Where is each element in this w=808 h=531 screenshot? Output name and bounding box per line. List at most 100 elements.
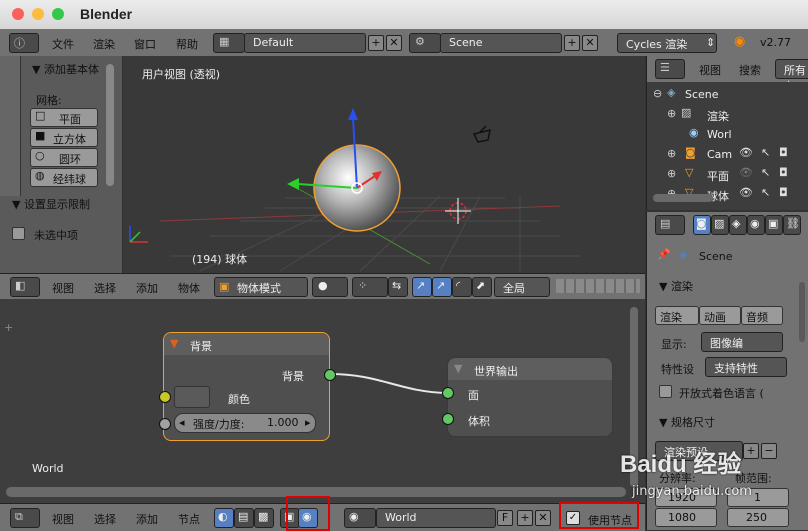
layout-name-field[interactable]: Default	[244, 33, 366, 53]
outliner-filter-dropdown[interactable]: 所有有	[775, 59, 808, 93]
outliner-row-world[interactable]: ◉ Worl	[667, 126, 807, 144]
scene-browse-button[interactable]: ⚙	[409, 33, 441, 53]
rotate-toggle[interactable]: ◜	[452, 277, 472, 297]
add-plane-button[interactable]: □ 平面	[30, 108, 98, 127]
collapse-arrow-icon[interactable]: ▼	[454, 362, 462, 375]
decrement-arrow-icon[interactable]: ◂	[179, 416, 185, 429]
outliner-menu-search[interactable]: 搜索	[739, 62, 761, 78]
node-menu-add[interactable]: 添加	[136, 511, 158, 527]
editor-type-button[interactable]: ⓘ	[9, 33, 39, 53]
strength-input-socket[interactable]	[159, 418, 171, 430]
close-scene-icon[interactable]: ✕	[582, 35, 598, 51]
strength-field[interactable]: ◂ 强度/力度: 1.000 ▸	[174, 413, 316, 433]
close-window-button[interactable]	[12, 8, 24, 20]
minimize-window-button[interactable]	[32, 8, 44, 20]
render-camera-icon[interactable]: ◘	[779, 146, 788, 159]
world-name-field[interactable]: World	[376, 508, 496, 528]
add-cube-button[interactable]: ■ 立方体	[30, 128, 98, 147]
menu-file[interactable]: 文件	[52, 36, 74, 52]
expand-icon[interactable]: ⊕	[667, 147, 676, 160]
unselected-checkbox[interactable]	[12, 227, 25, 240]
fake-user-button[interactable]: F	[497, 510, 513, 526]
add-uvsphere-button[interactable]: ◍ 经纬球	[30, 168, 98, 187]
outliner-row-camera[interactable]: ⊕ ◙ Cam 👁 ↖ ◘	[667, 146, 807, 164]
selectable-arrow-icon[interactable]: ↖	[761, 186, 770, 199]
properties-editor-type-button[interactable]: ▤	[655, 215, 685, 235]
display-dropdown[interactable]: 图像编	[701, 332, 783, 352]
manipulator-button[interactable]: ⇆	[388, 277, 408, 297]
node-menu-view[interactable]: 视图	[52, 511, 74, 527]
3d-menu-add[interactable]: 添加	[136, 280, 158, 296]
scene-name-field[interactable]: Scene	[440, 33, 562, 53]
visibility-eye-icon[interactable]: 👁	[739, 186, 753, 199]
render-button[interactable]: 渲染	[655, 306, 699, 325]
close-layout-icon[interactable]: ✕	[386, 35, 402, 51]
3d-menu-object[interactable]: 物体	[178, 280, 200, 296]
add-scene-icon[interactable]: +	[564, 35, 580, 51]
pivot-point-button[interactable]: ⁘	[352, 277, 388, 297]
menu-render[interactable]: 渲染	[93, 36, 115, 52]
texture-toggle[interactable]: ▩	[254, 508, 274, 528]
outliner-row-scene[interactable]: ⊖ ◈ Scene	[653, 86, 808, 104]
color-swatch[interactable]	[174, 386, 210, 408]
object-mode-dropdown[interactable]: ▣ 物体模式	[214, 277, 308, 297]
menu-help[interactable]: 帮助	[176, 36, 198, 52]
node-menu-select[interactable]: 选择	[94, 511, 116, 527]
expand-icon[interactable]: ⊕	[667, 167, 676, 180]
volume-input-socket[interactable]	[442, 413, 454, 425]
menu-window[interactable]: 窗口	[134, 36, 156, 52]
outliner-menu-view[interactable]: 视图	[699, 62, 721, 78]
world-tab[interactable]: ◉	[747, 215, 765, 235]
outliner-row-plane[interactable]: ⊕ ▽ 平面 👁 ↖ ◘	[667, 166, 807, 184]
surface-input-socket[interactable]	[442, 387, 454, 399]
move-toggle[interactable]: ↗	[432, 277, 452, 297]
node-editor-type-button[interactable]: ⧉	[10, 508, 40, 528]
zoom-window-button[interactable]	[52, 8, 64, 20]
add-circle-button[interactable]: ○ 圆环	[30, 148, 98, 167]
node-editor-plus-icon[interactable]: +	[4, 321, 13, 334]
selectable-arrow-icon[interactable]: ↖	[761, 146, 770, 159]
render-engine-dropdown[interactable]: Cycles 渲染 ⇕	[617, 33, 717, 53]
unlink-world-icon[interactable]: ✕	[535, 510, 551, 526]
render-camera-icon[interactable]: ◘	[779, 186, 788, 199]
lamp-object-icon[interactable]	[472, 125, 491, 143]
visibility-eye-icon[interactable]: 👁	[739, 166, 753, 179]
tool-shelf-tabs[interactable]	[0, 56, 21, 196]
render-camera-icon[interactable]: ◘	[779, 166, 788, 179]
render-layers-tab[interactable]: ▨	[711, 215, 729, 235]
node-menu-node[interactable]: 节点	[178, 511, 200, 527]
outliner-scrollbar[interactable]	[653, 194, 713, 202]
selectable-arrow-icon[interactable]: ↖	[761, 166, 770, 179]
add-world-icon[interactable]: +	[517, 510, 533, 526]
outliner[interactable]: ⊖ ◈ Scene ⊕ ▨ 渲染 ◉ Worl ⊕ ◙ Cam 👁 ↖ ◘ ⊕ …	[646, 82, 808, 210]
3d-menu-view[interactable]: 视图	[52, 280, 74, 296]
world-browse-button[interactable]: ◉	[344, 508, 376, 528]
gizmo-z-arrow-icon[interactable]	[348, 108, 358, 120]
add-layout-icon[interactable]: +	[368, 35, 384, 51]
layout-browse-button[interactable]: ▦	[213, 33, 245, 53]
3d-menu-select[interactable]: 选择	[94, 280, 116, 296]
collapse-arrow-icon[interactable]: ▼	[170, 337, 178, 350]
shader-tree-toggle[interactable]: ◐	[214, 508, 234, 528]
viewport-shading-button[interactable]: ●	[312, 277, 348, 297]
audio-button[interactable]: 音频	[741, 306, 783, 325]
outliner-row-render[interactable]: ⊕ ▨ 渲染	[667, 106, 807, 124]
node-editor[interactable]: + ▼ 背景 背景 颜色 ◂ 强度/力度: 1.000 ▸ ▼ 世界输出 面 体…	[0, 299, 645, 503]
background-node-header[interactable]: ▼ 背景	[164, 333, 329, 355]
outliner-editor-type-button[interactable]: ☰	[655, 59, 685, 79]
layer-buttons[interactable]	[556, 279, 640, 293]
3d-editor-type-button[interactable]: ◧	[10, 277, 40, 297]
osl-checkbox[interactable]	[659, 385, 672, 398]
render-context-tab[interactable]: ◙	[693, 215, 711, 235]
color-input-socket[interactable]	[159, 391, 171, 403]
world-output-node-header[interactable]: ▼ 世界输出	[448, 358, 612, 380]
animation-button[interactable]: 动画	[699, 306, 741, 325]
translate-toggle[interactable]: ↗	[412, 277, 432, 297]
constraints-tab[interactable]: ⛓	[783, 215, 801, 235]
gizmo-y-arrow-icon[interactable]	[287, 178, 299, 190]
collapse-icon[interactable]: ⊖	[653, 87, 662, 100]
tool-shelf-scrollbar[interactable]	[106, 64, 114, 186]
add-primitive-header[interactable]: ▼ 添加基本体	[32, 61, 99, 77]
object-tab[interactable]: ▣	[765, 215, 783, 235]
world-output-node[interactable]: ▼ 世界输出 面 体积	[447, 357, 613, 437]
